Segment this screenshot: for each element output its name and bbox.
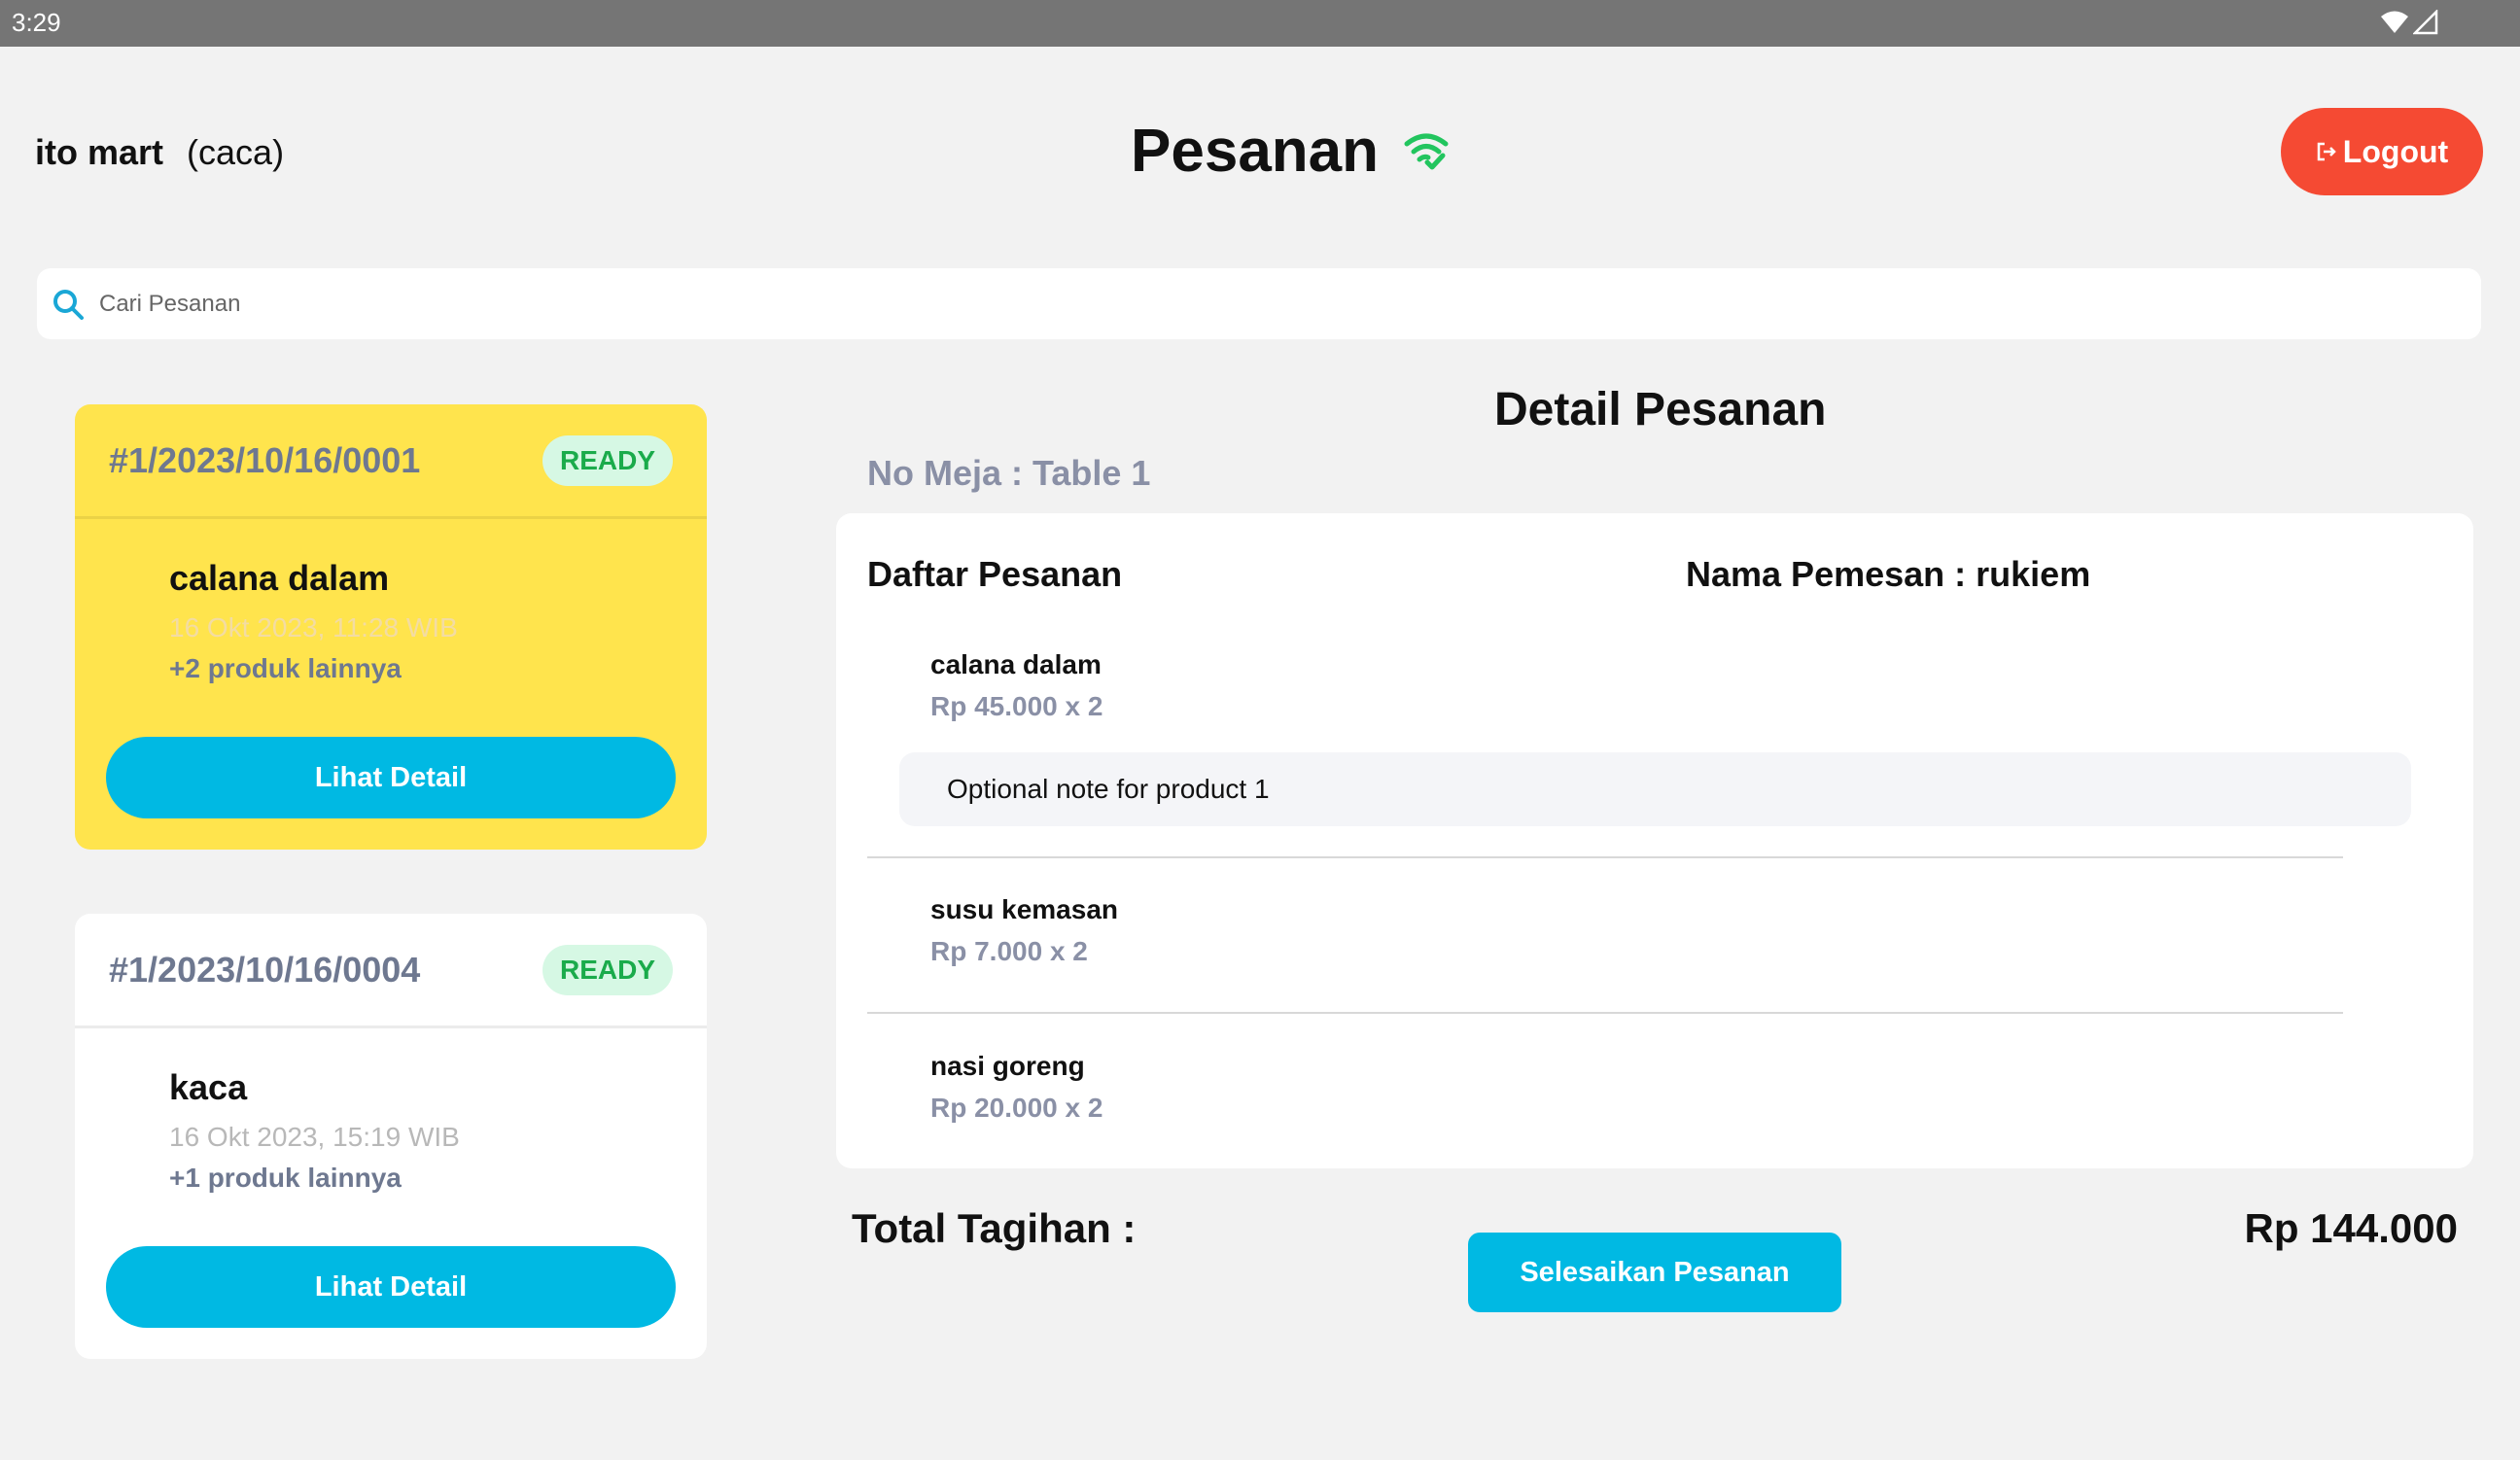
order-number: #1/2023/10/16/0004: [109, 949, 421, 990]
divider: [867, 1012, 2343, 1014]
status-bar: 3:29: [0, 0, 2520, 47]
wifi-check-icon: [1404, 133, 1449, 169]
order-card[interactable]: #1/2023/10/16/0004 READY kaca 16 Okt 202…: [75, 914, 707, 1359]
order-more-products: +1 produk lainnya: [169, 1163, 402, 1193]
table-number: No Meja : Table 1: [867, 453, 1151, 493]
total-value: Rp 144.000: [2244, 1205, 2458, 1251]
store-info: ito mart (caca): [35, 132, 284, 173]
page-title-group: Pesanan: [1131, 117, 1449, 186]
order-more-products: +2 produk lainnya: [169, 653, 402, 683]
order-product-name: kaca: [169, 1067, 248, 1107]
search-icon: [53, 289, 84, 320]
order-item-price: Rp 45.000 x 2: [930, 691, 1103, 721]
order-item-name: nasi goreng: [930, 1051, 1085, 1081]
detail-title: Detail Pesanan: [1494, 384, 1827, 435]
logout-button[interactable]: Logout: [2281, 108, 2483, 195]
status-badge: READY: [542, 435, 673, 486]
order-card-body: kaca 16 Okt 2023, 15:19 WIB +1 produk la…: [75, 1028, 707, 1359]
order-card-body: calana dalam 16 Okt 2023, 11:28 WIB +2 p…: [75, 519, 707, 850]
status-time: 3:29: [12, 8, 61, 37]
order-card[interactable]: #1/2023/10/16/0001 READY calana dalam 16…: [75, 404, 707, 850]
order-detail-panel: Daftar Pesanan Nama Pemesan : rukiem cal…: [836, 513, 2473, 1168]
order-item-note: Optional note for product 1: [899, 752, 2411, 826]
page-title: Pesanan: [1131, 118, 1380, 185]
order-item-name: calana dalam: [930, 649, 1102, 679]
logout-label: Logout: [2342, 133, 2449, 169]
divider: [867, 856, 2343, 858]
order-card-header: #1/2023/10/16/0001 READY: [75, 404, 707, 519]
view-detail-button[interactable]: Lihat Detail: [106, 737, 676, 818]
signal-icon: [2413, 10, 2438, 35]
logout-icon: [2317, 142, 2336, 161]
status-icons: [2380, 10, 2438, 35]
order-card-header: #1/2023/10/16/0004 READY: [75, 914, 707, 1028]
view-detail-button[interactable]: Lihat Detail: [106, 1246, 676, 1328]
order-date: 16 Okt 2023, 15:19 WIB: [169, 1122, 460, 1152]
search-bar[interactable]: [37, 268, 2481, 339]
total-label: Total Tagihan :: [852, 1205, 1137, 1251]
wifi-icon: [2381, 11, 2408, 33]
order-item-name: susu kemasan: [930, 894, 1118, 924]
order-item-price: Rp 20.000 x 2: [930, 1093, 1103, 1123]
order-product-name: calana dalam: [169, 558, 390, 598]
order-list-title: Daftar Pesanan: [867, 554, 1123, 594]
customer-name: Nama Pemesan : rukiem: [1686, 554, 2091, 594]
store-name: ito mart: [35, 132, 164, 172]
finish-order-button[interactable]: Selesaikan Pesanan: [1468, 1233, 1841, 1312]
user-name: (caca): [187, 132, 285, 172]
order-number: #1/2023/10/16/0001: [109, 439, 421, 480]
search-input[interactable]: [97, 289, 2434, 319]
order-date: 16 Okt 2023, 11:28 WIB: [169, 612, 458, 643]
status-badge: READY: [542, 944, 673, 995]
order-item-price: Rp 7.000 x 2: [930, 936, 1088, 966]
